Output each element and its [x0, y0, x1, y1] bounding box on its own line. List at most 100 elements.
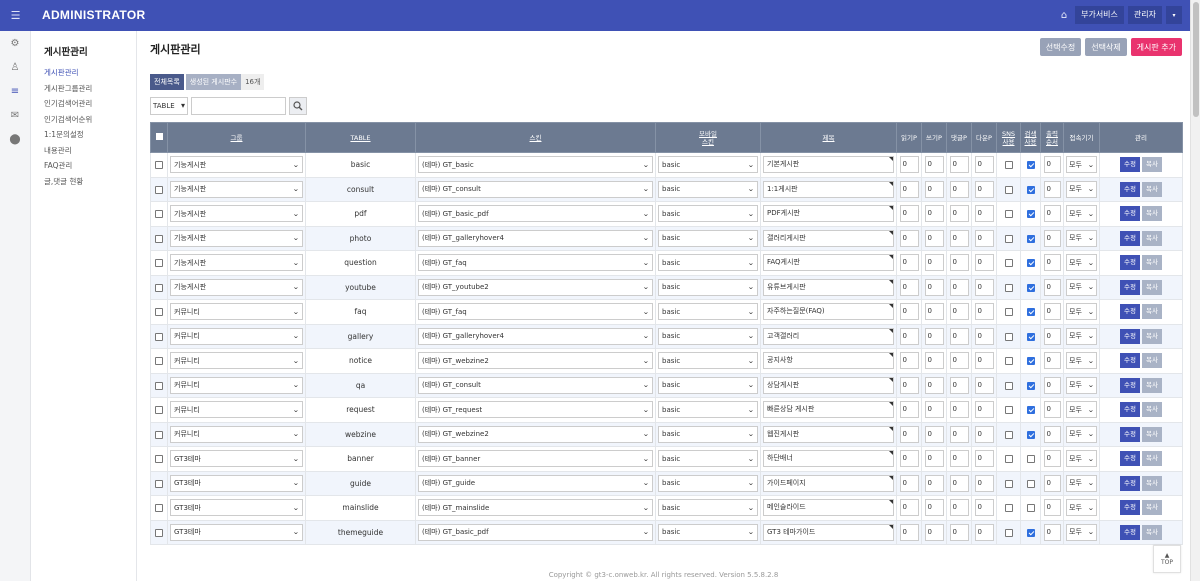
subject-input[interactable]: 상담게시판: [763, 376, 894, 394]
sns-use-checkbox[interactable]: [1004, 381, 1013, 390]
output-order-input[interactable]: 0: [1043, 254, 1061, 272]
extra-services-button[interactable]: 부가서비스: [1075, 6, 1124, 24]
subject-input[interactable]: 메인슬라이드: [763, 499, 894, 517]
subject-input[interactable]: 1:1게시판: [763, 180, 894, 198]
comment-point-input[interactable]: 0: [949, 425, 969, 443]
header-group[interactable]: 그룹: [167, 122, 306, 153]
read-point-input[interactable]: 0: [899, 499, 919, 517]
sns-use-checkbox[interactable]: [1004, 210, 1013, 219]
comment-point-input[interactable]: 0: [949, 450, 969, 468]
sidebar-item[interactable]: 인기검색어순위: [44, 112, 92, 128]
mobile-skin-select[interactable]: basic ⌄: [658, 499, 758, 517]
copy-button[interactable]: 복사: [1142, 328, 1162, 344]
download-point-input[interactable]: 0: [974, 180, 994, 198]
comment-point-input[interactable]: 0: [949, 523, 969, 541]
sns-use-checkbox[interactable]: [1004, 357, 1013, 366]
write-point-input[interactable]: 0: [924, 450, 944, 468]
search-use-checkbox[interactable]: [1026, 332, 1035, 341]
read-point-input[interactable]: 0: [899, 425, 919, 443]
settings-icon[interactable]: ⚙: [0, 31, 30, 55]
subject-input[interactable]: 하단배너: [763, 450, 894, 468]
read-point-input[interactable]: 0: [899, 327, 919, 345]
read-point-input[interactable]: 0: [899, 401, 919, 419]
sns-use-checkbox[interactable]: [1004, 308, 1013, 317]
mobile-skin-select[interactable]: basic ⌄: [658, 450, 758, 468]
sns-use-checkbox[interactable]: [1004, 479, 1013, 488]
sns-use-checkbox[interactable]: [1004, 504, 1013, 513]
search-use-checkbox[interactable]: [1026, 455, 1035, 464]
copy-button[interactable]: 복사: [1142, 426, 1162, 442]
access-device-select[interactable]: 모두 ⌄: [1066, 499, 1097, 517]
mobile-skin-select[interactable]: basic ⌄: [658, 474, 758, 492]
add-board-button[interactable]: 게시판 추가: [1130, 38, 1182, 56]
sidebar-item[interactable]: 게시판관리: [44, 65, 92, 81]
subject-input[interactable]: 기본게시판: [763, 156, 894, 174]
mobile-skin-select[interactable]: basic ⌄: [658, 327, 758, 345]
home-icon[interactable]: ⌂: [1057, 6, 1071, 24]
copy-button[interactable]: 복사: [1142, 279, 1162, 295]
access-device-select[interactable]: 모두 ⌄: [1066, 352, 1097, 370]
all-list-button[interactable]: 전체목록: [150, 74, 184, 90]
group-select[interactable]: 커뮤니티 ⌄: [170, 303, 303, 321]
list-icon[interactable]: ≡: [0, 79, 30, 103]
delete-selected-button[interactable]: 선택삭제: [1085, 38, 1127, 56]
edit-button[interactable]: 수정: [1120, 279, 1140, 295]
row-checkbox[interactable]: [155, 479, 163, 488]
mobile-skin-select[interactable]: basic ⌄: [658, 401, 758, 419]
write-point-input[interactable]: 0: [924, 205, 944, 223]
search-use-checkbox[interactable]: [1026, 357, 1035, 366]
search-button[interactable]: [289, 97, 307, 115]
row-checkbox[interactable]: [155, 234, 163, 243]
mobile-skin-select[interactable]: basic ⌄: [658, 229, 758, 247]
download-point-input[interactable]: 0: [974, 156, 994, 174]
row-checkbox[interactable]: [155, 528, 163, 537]
mobile-skin-select[interactable]: basic ⌄: [658, 425, 758, 443]
search-use-checkbox[interactable]: [1026, 479, 1035, 488]
subject-input[interactable]: GT3 테마가이드: [763, 523, 894, 541]
mobile-skin-select[interactable]: basic ⌄: [658, 205, 758, 223]
copy-button[interactable]: 복사: [1142, 377, 1162, 393]
skin-select[interactable]: (테마) GT_basic_pdf ⌄: [418, 523, 653, 541]
page-scrollbar[interactable]: [1190, 0, 1200, 581]
read-point-input[interactable]: 0: [899, 229, 919, 247]
copy-button[interactable]: 복사: [1142, 181, 1162, 197]
write-point-input[interactable]: 0: [924, 499, 944, 517]
row-checkbox[interactable]: [155, 332, 163, 341]
copy-button[interactable]: 복사: [1142, 206, 1162, 222]
group-select[interactable]: GT3테마 ⌄: [170, 523, 303, 541]
group-select[interactable]: 기능게시판 ⌄: [170, 278, 303, 296]
write-point-input[interactable]: 0: [924, 303, 944, 321]
skin-select[interactable]: (테마) GT_basic ⌄: [418, 156, 653, 174]
download-point-input[interactable]: 0: [974, 401, 994, 419]
copy-button[interactable]: 복사: [1142, 402, 1162, 418]
download-point-input[interactable]: 0: [974, 254, 994, 272]
comment-point-input[interactable]: 0: [949, 376, 969, 394]
skin-select[interactable]: (테마) GT_faq ⌄: [418, 303, 653, 321]
skin-select[interactable]: (테마) GT_guide ⌄: [418, 474, 653, 492]
comment-point-input[interactable]: 0: [949, 205, 969, 223]
search-use-checkbox[interactable]: [1026, 234, 1035, 243]
subject-input[interactable]: PDF게시판: [763, 205, 894, 223]
read-point-input[interactable]: 0: [899, 180, 919, 198]
search-use-checkbox[interactable]: [1026, 185, 1035, 194]
sidebar-item[interactable]: 게시판그룹관리: [44, 81, 92, 97]
output-order-input[interactable]: 0: [1043, 352, 1061, 370]
group-select[interactable]: GT3테마 ⌄: [170, 499, 303, 517]
read-point-input[interactable]: 0: [899, 278, 919, 296]
search-use-checkbox[interactable]: [1026, 161, 1035, 170]
copy-button[interactable]: 복사: [1142, 353, 1162, 369]
group-select[interactable]: 기능게시판 ⌄: [170, 229, 303, 247]
download-point-input[interactable]: 0: [974, 303, 994, 321]
header-skin[interactable]: 스킨: [415, 122, 656, 153]
edit-button[interactable]: 수정: [1120, 524, 1140, 540]
subject-input[interactable]: 공지사항: [763, 352, 894, 370]
download-point-input[interactable]: 0: [974, 450, 994, 468]
search-use-checkbox[interactable]: [1026, 504, 1035, 513]
search-use-checkbox[interactable]: [1026, 210, 1035, 219]
output-order-input[interactable]: 0: [1043, 450, 1061, 468]
download-point-input[interactable]: 0: [974, 352, 994, 370]
output-order-input[interactable]: 0: [1043, 401, 1061, 419]
comment-point-input[interactable]: 0: [949, 327, 969, 345]
write-point-input[interactable]: 0: [924, 229, 944, 247]
sidebar-item[interactable]: 인기검색어관리: [44, 96, 92, 112]
